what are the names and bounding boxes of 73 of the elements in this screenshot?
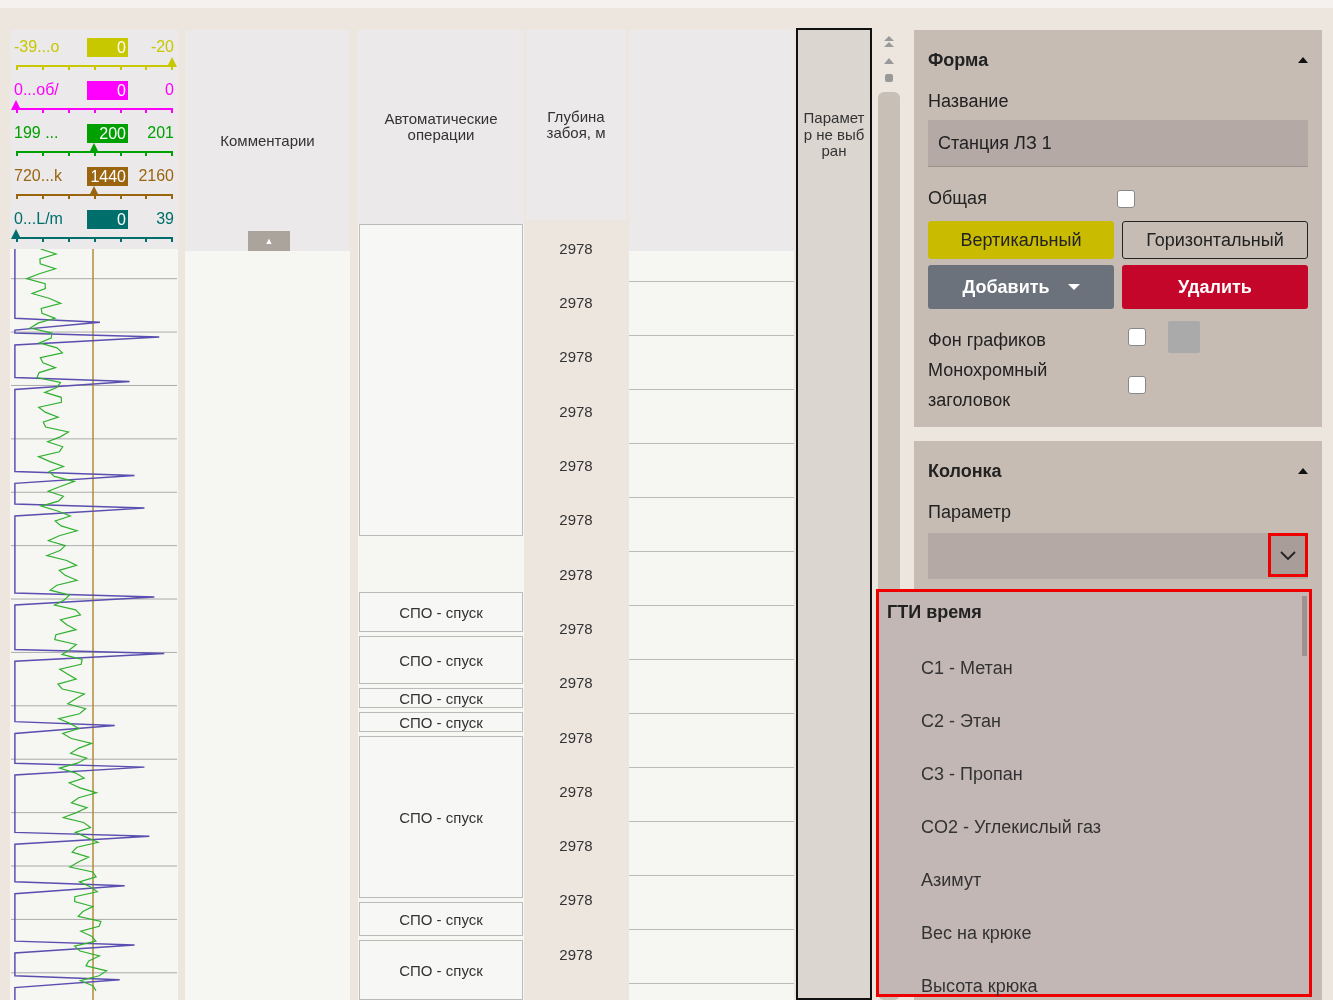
range-max-label: 39: [155, 210, 174, 228]
range-max-label: 0: [164, 81, 174, 99]
operation-block: СПО - спуск: [359, 736, 523, 898]
depth-value: 2978: [558, 728, 594, 748]
column-title: Параметр не выбран: [802, 110, 866, 161]
value-badge: 200: [87, 123, 128, 143]
orientation-toggle[interactable]: Вертикальный: [928, 221, 1114, 259]
dropdown-option[interactable]: C3 - Пропан: [887, 748, 1309, 801]
operation-block: СПО - спуск: [359, 712, 523, 732]
color-swatch[interactable]: [1168, 321, 1200, 353]
collapse-icon[interactable]: [1298, 468, 1308, 474]
range-max-label: 2160: [137, 167, 174, 185]
delete-button[interactable]: Удалить: [1122, 265, 1308, 309]
dropdown-option[interactable]: C1 - Метан: [887, 642, 1309, 695]
range-min-label: -39...о: [14, 38, 61, 56]
field-label: Монохромный заголовок: [928, 359, 1049, 412]
depth-value: 2978: [558, 837, 594, 857]
scroll-up-icon[interactable]: [883, 58, 894, 64]
option-group-header: ГТИ время: [887, 602, 983, 624]
dropdown-toggle[interactable]: [1268, 533, 1308, 577]
checkbox[interactable]: [1128, 376, 1146, 394]
range-min-label: 0...об/: [14, 81, 60, 99]
depth-value: 2978: [558, 294, 594, 314]
value-badge: 0: [87, 37, 128, 57]
depth-value: 2978: [558, 565, 594, 585]
field-label: Фон графиков: [928, 329, 1047, 352]
chevron-down-icon: [1280, 550, 1296, 560]
depth-value: 2978: [558, 782, 594, 802]
range-min-label: 720...k: [14, 167, 64, 185]
value-badge: 0: [87, 80, 128, 100]
field-label: Название: [928, 90, 1010, 113]
column-title: Автоматические операции: [383, 111, 499, 143]
dropdown-option[interactable]: Азимут: [887, 854, 1309, 907]
operation-block: СПО - спуск: [359, 592, 523, 632]
operation-block: СПО - спуск: [359, 902, 523, 936]
depth-value: 2978: [558, 457, 594, 477]
caret-icon: [1067, 284, 1080, 290]
column-title: Глубина забоя, м: [545, 109, 607, 141]
depth-value: 2978: [558, 674, 594, 694]
column-title: Комментарии: [219, 132, 316, 149]
parameter-select[interactable]: [928, 533, 1308, 579]
operation-block: СПО - спуск: [359, 688, 523, 708]
depth-value: 2978: [558, 891, 594, 911]
dropdown-option[interactable]: CO2 - Углекислый газ: [887, 801, 1309, 854]
section-title: Колонка: [928, 460, 1002, 482]
dropdown-option[interactable]: Вес на крюке: [887, 907, 1309, 960]
add-button[interactable]: Добавить: [928, 265, 1114, 309]
depth-value: 2978: [558, 619, 594, 639]
checkbox[interactable]: [1116, 190, 1135, 208]
scroll-stop-icon[interactable]: [884, 74, 893, 82]
field-label: Общая: [928, 187, 987, 210]
checkbox[interactable]: [1128, 328, 1146, 346]
depth-value: 2978: [558, 348, 594, 368]
depth-value: 2978: [558, 945, 594, 965]
depth-value: 2978: [558, 239, 594, 259]
range-max-label: -20: [149, 38, 174, 56]
value-badge: 1440: [87, 166, 128, 186]
name-field[interactable]: Станция ЛЗ 1: [928, 120, 1308, 167]
operation-block: СПО - спуск: [359, 940, 523, 1000]
orientation-toggle[interactable]: Горизонтальный: [1122, 221, 1308, 259]
range-min-label: 199 ...: [14, 124, 60, 142]
operation-block: СПО - спуск: [359, 636, 523, 684]
range-max-label: 201: [146, 124, 174, 142]
depth-value: 2978: [558, 511, 594, 531]
dropdown-option[interactable]: C2 - Этан: [887, 695, 1309, 748]
scroll-top-icon[interactable]: [883, 36, 894, 48]
value-badge: 0: [87, 209, 128, 229]
range-min-label: 0...L/m: [14, 210, 64, 228]
collapse-icon[interactable]: [1298, 57, 1308, 63]
field-label: Параметр: [928, 501, 1012, 524]
depth-value: 2978: [558, 402, 594, 422]
dropdown-option[interactable]: Высота крюка: [887, 960, 1309, 1000]
section-title: Форма: [928, 49, 989, 71]
